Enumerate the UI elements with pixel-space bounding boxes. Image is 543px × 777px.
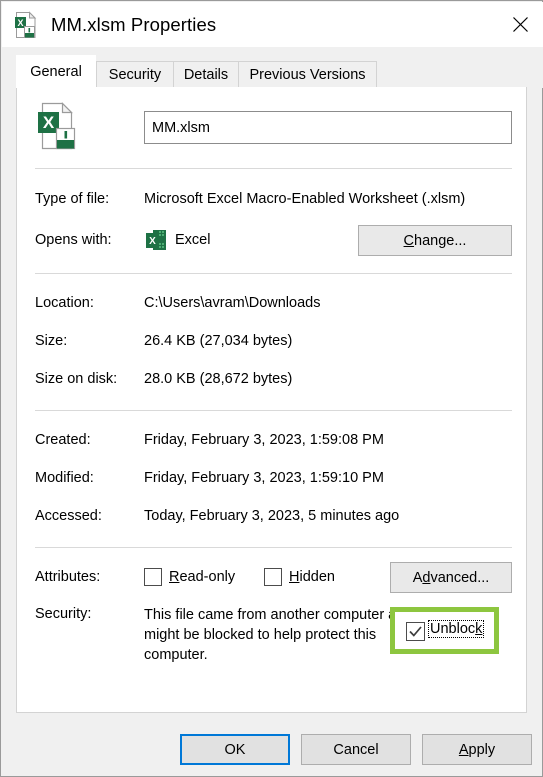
separator [35,168,512,169]
size-value: 26.4 KB (27,034 bytes) [144,333,293,349]
excel-app-icon: X [144,228,168,252]
change-button-accel: C [403,232,415,249]
unblock-pre: Unbloc [430,621,476,637]
readonly-text: ead-only [179,569,236,585]
tab-security[interactable]: Security [96,61,174,88]
unblock-highlight-box: Unblock [390,607,499,654]
accessed-label: Accessed: [35,508,102,524]
change-button[interactable]: Change... [358,225,512,256]
tab-details[interactable]: Details [173,61,239,88]
modified-label: Modified: [35,470,94,486]
tab-details-label: Details [183,67,229,83]
readonly-label[interactable]: Read-only [169,569,235,585]
advanced-label: vanced... [430,569,490,586]
unblock-control[interactable]: Unblock [395,612,494,649]
cancel-button-label: Cancel [333,741,379,758]
readonly-checkbox[interactable] [144,568,162,586]
size-label: Size: [35,333,68,349]
cancel-button[interactable]: Cancel [301,734,411,765]
type-of-file-label: Type of file: [35,191,110,207]
advanced-accel: d [422,569,431,586]
svg-text:X: X [149,236,156,247]
tab-strip: General Security Details Previous Versio… [2,47,543,88]
ok-button-label: OK [224,741,246,758]
location-value: C:\Users\avram\Downloads [144,295,321,311]
svg-text:X: X [43,113,55,132]
unblock-accel: k [475,621,483,637]
separator [35,273,512,274]
hidden-checkbox[interactable] [264,568,282,586]
advanced-pre: A [412,569,423,586]
filename-value: MM.xlsm [152,119,210,136]
tab-general[interactable]: General [16,55,96,88]
opens-with-label: Opens with: [35,232,112,248]
svg-text:X: X [17,18,23,28]
hidden-text: idden [299,569,335,585]
modified-value: Friday, February 3, 2023, 1:59:10 PM [144,470,384,486]
title-bar: X MM.xlsm Properties [2,2,543,47]
attributes-label: Attributes: [35,569,101,585]
security-message: This file came from another computer and… [144,607,413,663]
location-label: Location: [35,295,94,311]
apply-accel: A [458,741,469,758]
tab-general-label: General [30,63,82,80]
tab-previous-versions-label: Previous Versions [249,67,366,83]
unblock-label[interactable]: Unblock [428,620,485,638]
filename-input[interactable]: MM.xlsm [144,111,512,144]
separator [35,547,512,548]
accessed-value: Today, February 3, 2023, 5 minutes ago [144,508,400,524]
size-on-disk-label: Size on disk: [35,371,118,387]
separator [35,410,512,411]
advanced-button[interactable]: Ad vanced... [390,562,512,593]
excel-macro-file-icon: X [14,10,40,39]
type-of-file-value: Microsoft Excel Macro-Enabled Worksheet … [144,191,466,207]
change-button-label: hange... [414,232,467,249]
security-label: Security: [35,606,92,622]
hidden-accel: H [289,569,300,585]
tab-previous-versions[interactable]: Previous Versions [238,61,377,88]
apply-button[interactable]: Apply [422,734,532,765]
general-tab-panel: X MM.xlsm Type of file: Microsoft Excel … [16,87,527,713]
created-value: Friday, February 3, 2023, 1:59:08 PM [144,432,384,448]
unblock-checkbox[interactable] [406,622,425,641]
excel-macro-file-icon: X [35,101,83,153]
properties-dialog: X MM.xlsm Properties General Security De… [0,0,543,777]
window-title: MM.xlsm Properties [51,13,217,35]
readonly-accel: R [169,569,180,585]
tab-security-label: Security [108,67,162,83]
apply-button-label: pply [468,741,496,758]
created-label: Created: [35,432,91,448]
close-icon[interactable] [497,2,543,47]
hidden-label[interactable]: Hidden [289,569,335,585]
opens-with-value: Excel [175,232,211,248]
ok-button[interactable]: OK [180,734,290,765]
size-on-disk-value: 28.0 KB (28,672 bytes) [144,371,293,387]
